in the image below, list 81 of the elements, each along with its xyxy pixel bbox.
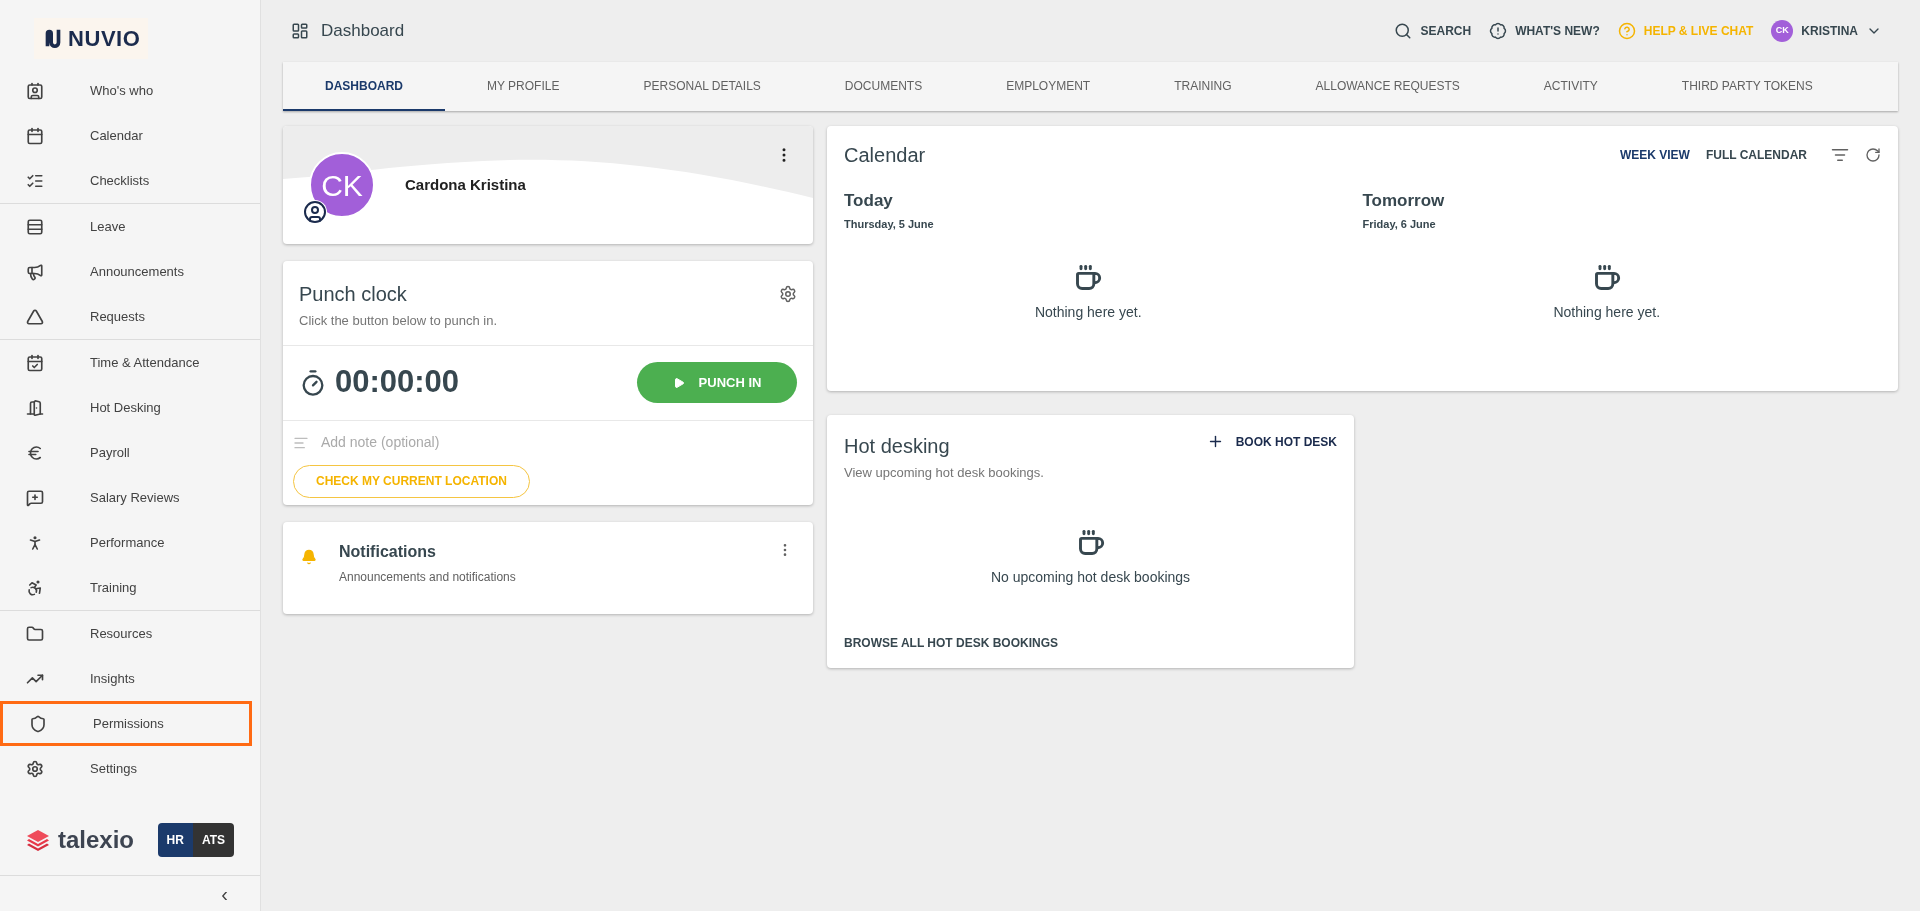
dashboard-icon <box>291 22 309 40</box>
cup-icon <box>1076 528 1105 557</box>
sidebar-item[interactable]: Requests <box>0 294 260 339</box>
day-heading: Today <box>844 190 894 212</box>
tab[interactable]: ALLOWANCE REQUESTS <box>1273 62 1502 111</box>
empty-message: Nothing here yet. <box>1034 303 1142 322</box>
mode-toggle[interactable]: HR <box>157 823 193 857</box>
folder-icon <box>26 624 44 643</box>
day-date: Friday, 6 June <box>1362 216 1437 232</box>
calendar-link[interactable]: WEEK VIEW <box>1619 146 1690 164</box>
tab[interactable]: MY PROFILE <box>445 62 602 111</box>
layers-logo-icon <box>26 829 50 851</box>
alert-badge-icon <box>1489 22 1508 40</box>
stacked-rows-icon <box>26 217 44 236</box>
talexio-logo: talexio <box>26 822 135 858</box>
sidebar-item[interactable]: Time & Attendance <box>0 340 260 385</box>
calendar-check-icon <box>26 353 44 372</box>
page-title: Dashboard <box>321 20 405 43</box>
collapse-button[interactable]: ‹ <box>213 883 236 904</box>
tab[interactable]: TRAINING <box>1132 62 1274 111</box>
card-title: Notifications <box>339 541 437 562</box>
tab[interactable]: PERSONAL DETAILS <box>601 62 803 111</box>
sidebar-item[interactable]: Training <box>0 565 260 610</box>
user-badge-icon <box>303 200 327 224</box>
tab[interactable]: EMPLOYMENT <box>964 62 1133 111</box>
mode-toggle[interactable]: ATS <box>192 823 234 857</box>
day-date: Thursday, 5 June <box>844 216 935 232</box>
calendar-link[interactable]: FULL CALENDAR <box>1705 146 1807 164</box>
card-subtitle: Click the button below to punch in. <box>299 312 497 330</box>
timer-display: 00:00:00 <box>335 363 460 402</box>
sidebar-item[interactable]: Calendar <box>0 113 260 158</box>
book-hot-desk-button[interactable]: BOOK HOT DESK <box>1206 433 1337 453</box>
sidebar-item[interactable]: Checklists <box>0 158 260 203</box>
settings-icon[interactable] <box>779 285 797 303</box>
sidebar-item[interactable]: Who's who <box>0 68 260 113</box>
empty-message: No upcoming hot desk bookings <box>990 567 1191 587</box>
calendar-icon <box>26 126 44 145</box>
sidebar-item[interactable]: Salary Reviews <box>0 475 260 520</box>
search-icon <box>1394 22 1413 40</box>
user-menu[interactable]: CK KRISTINA <box>1771 20 1882 42</box>
sidebar-item[interactable]: Payroll <box>0 430 260 475</box>
bell-icon <box>301 548 317 565</box>
shield-icon <box>29 714 47 733</box>
cup-icon <box>1074 264 1103 292</box>
card-title: Punch clock <box>299 282 408 307</box>
card-title: Hot desking <box>844 434 951 459</box>
card-title: Calendar <box>844 143 926 168</box>
empty-message: Nothing here yet. <box>1553 303 1661 322</box>
settings-icon <box>26 759 44 778</box>
refresh-icon[interactable] <box>1865 147 1881 163</box>
header-action[interactable]: SEARCH <box>1394 22 1472 40</box>
tab[interactable]: ACTIVITY <box>1501 62 1640 111</box>
header-action[interactable]: WHAT'S NEW? <box>1489 22 1600 40</box>
tab[interactable]: DASHBOARD <box>283 62 445 111</box>
nuvio-logo: NUVIO <box>34 17 149 59</box>
comment-edit-icon <box>26 488 44 507</box>
card-subtitle: View upcoming hot desk bookings. <box>844 464 1044 482</box>
sidebar-item[interactable]: Announcements <box>0 249 260 294</box>
sidebar-item[interactable]: Settings <box>0 746 260 791</box>
play-icon <box>672 376 685 389</box>
card-subtitle: Announcements and notifications <box>339 568 516 586</box>
euro-icon <box>26 443 44 462</box>
browse-bookings-link[interactable]: BROWSE ALL HOT DESK BOOKINGS <box>844 634 1058 652</box>
profile-name: Cardona Kristina <box>405 174 526 195</box>
contact-card-icon <box>26 81 44 100</box>
cup-icon <box>1592 264 1621 292</box>
megaphone-icon <box>26 262 44 281</box>
sidebar-item[interactable]: Performance <box>0 520 260 565</box>
sidebar-item[interactable]: Resources <box>0 611 260 656</box>
tab[interactable]: THIRD PARTY TOKENS <box>1639 62 1855 111</box>
tab[interactable]: DOCUMENTS <box>802 62 965 111</box>
day-heading: Tomorrow <box>1362 190 1446 212</box>
triangle-icon <box>26 307 44 326</box>
door-icon <box>26 398 44 417</box>
filter-icon[interactable] <box>1831 146 1849 164</box>
sidebar-item[interactable]: Leave <box>0 204 260 249</box>
sidebar-item[interactable]: Permissions <box>0 701 252 746</box>
help-icon <box>1617 22 1636 40</box>
note-field[interactable]: Add note (optional) <box>321 432 803 453</box>
sidebar-item[interactable]: Hot Desking <box>0 385 260 430</box>
sidebar-item[interactable]: Insights <box>0 656 260 701</box>
